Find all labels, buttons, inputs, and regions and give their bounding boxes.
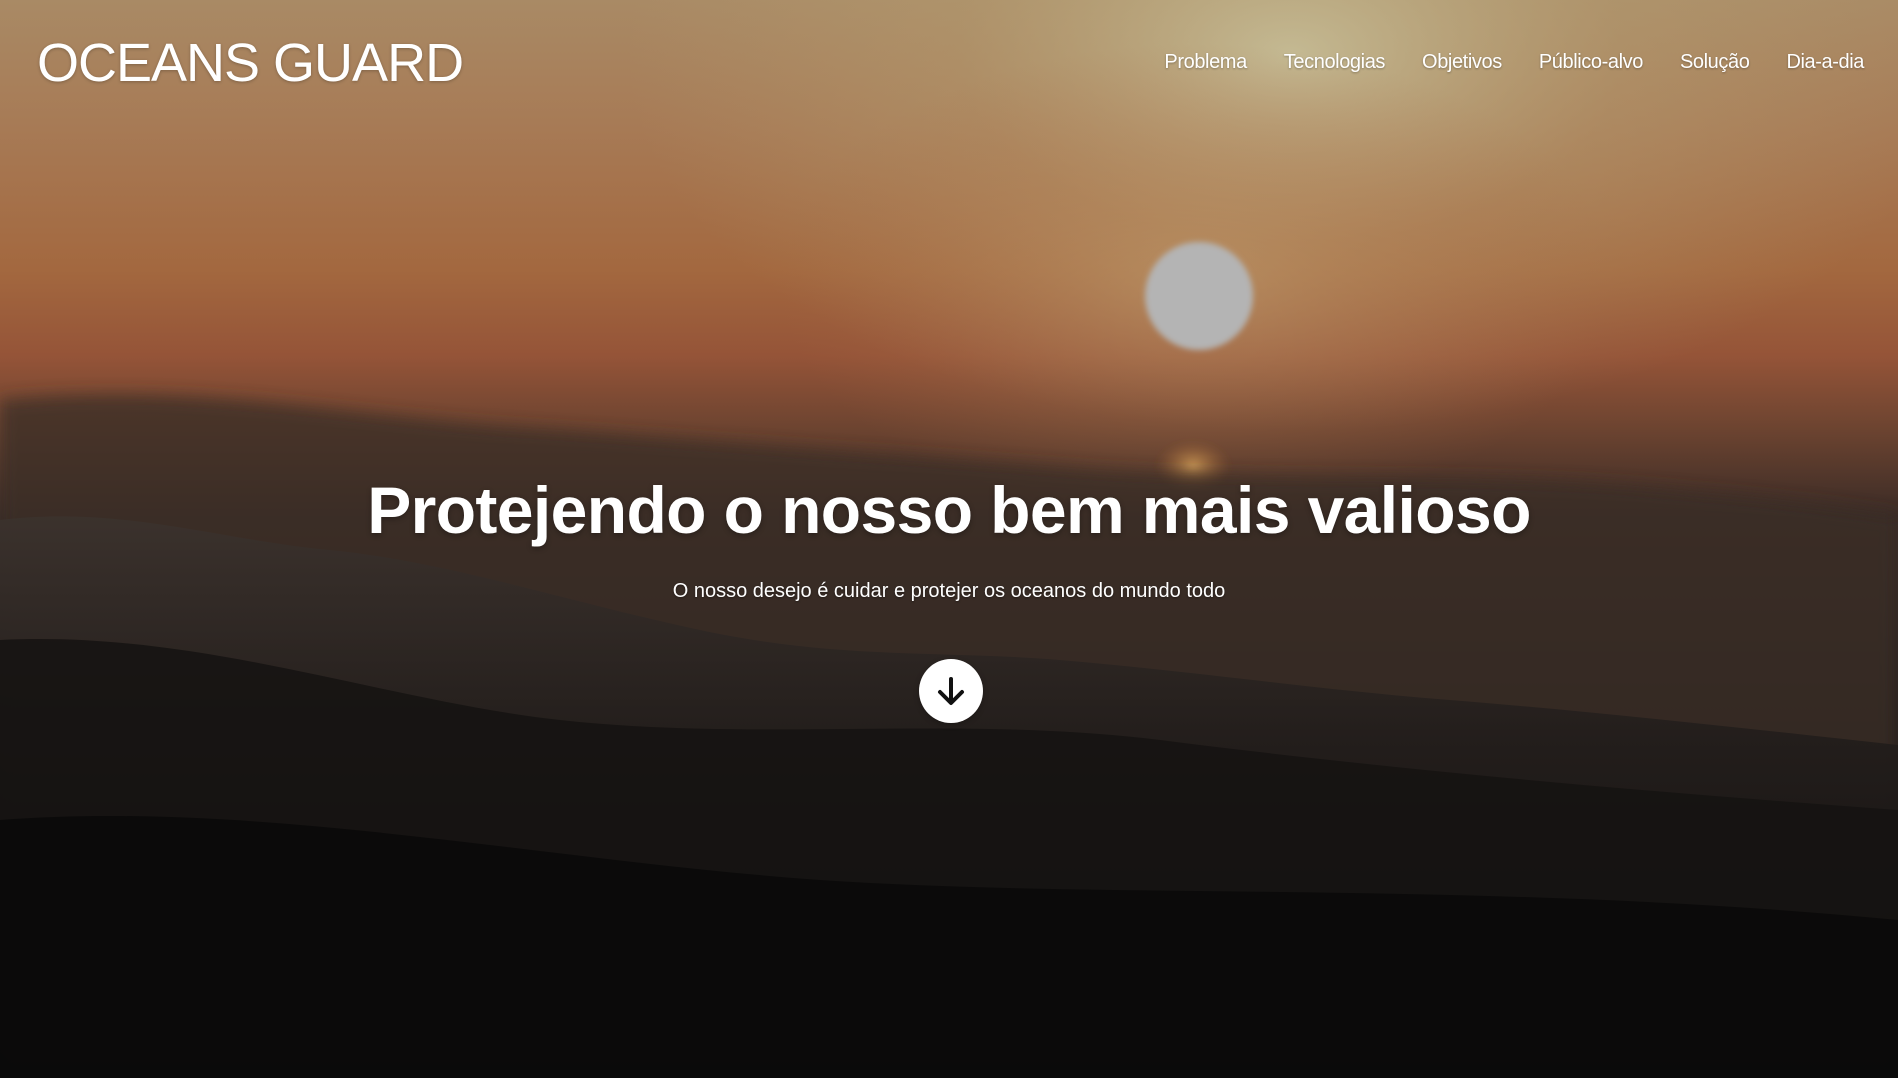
main-nav: Problema Tecnologias Objetivos Público-a… bbox=[1164, 51, 1864, 74]
hero-title: Protejendo o nosso bem mais valioso bbox=[367, 473, 1531, 547]
hero-content: Protejendo o nosso bem mais valioso O no… bbox=[0, 470, 1898, 604]
arrow-down-icon bbox=[938, 677, 964, 705]
site-header: OCEANS GUARD Problema Tecnologias Objeti… bbox=[0, 0, 1898, 128]
scroll-down-button[interactable] bbox=[919, 659, 983, 723]
hero-section: OCEANS GUARD Problema Tecnologias Objeti… bbox=[0, 0, 1898, 1078]
nav-item-solucao[interactable]: Solução bbox=[1680, 51, 1750, 74]
nav-item-dia-a-dia[interactable]: Dia-a-dia bbox=[1786, 51, 1864, 74]
nav-item-publico-alvo[interactable]: Público-alvo bbox=[1539, 51, 1644, 74]
nav-item-tecnologias[interactable]: Tecnologias bbox=[1284, 51, 1386, 74]
site-logo[interactable]: OCEANS GUARD bbox=[37, 32, 464, 94]
nav-item-problema[interactable]: Problema bbox=[1164, 51, 1247, 74]
hero-subtitle: O nosso desejo é cuidar e protejer os oc… bbox=[672, 580, 1226, 602]
nav-item-objetivos[interactable]: Objetivos bbox=[1422, 51, 1502, 74]
